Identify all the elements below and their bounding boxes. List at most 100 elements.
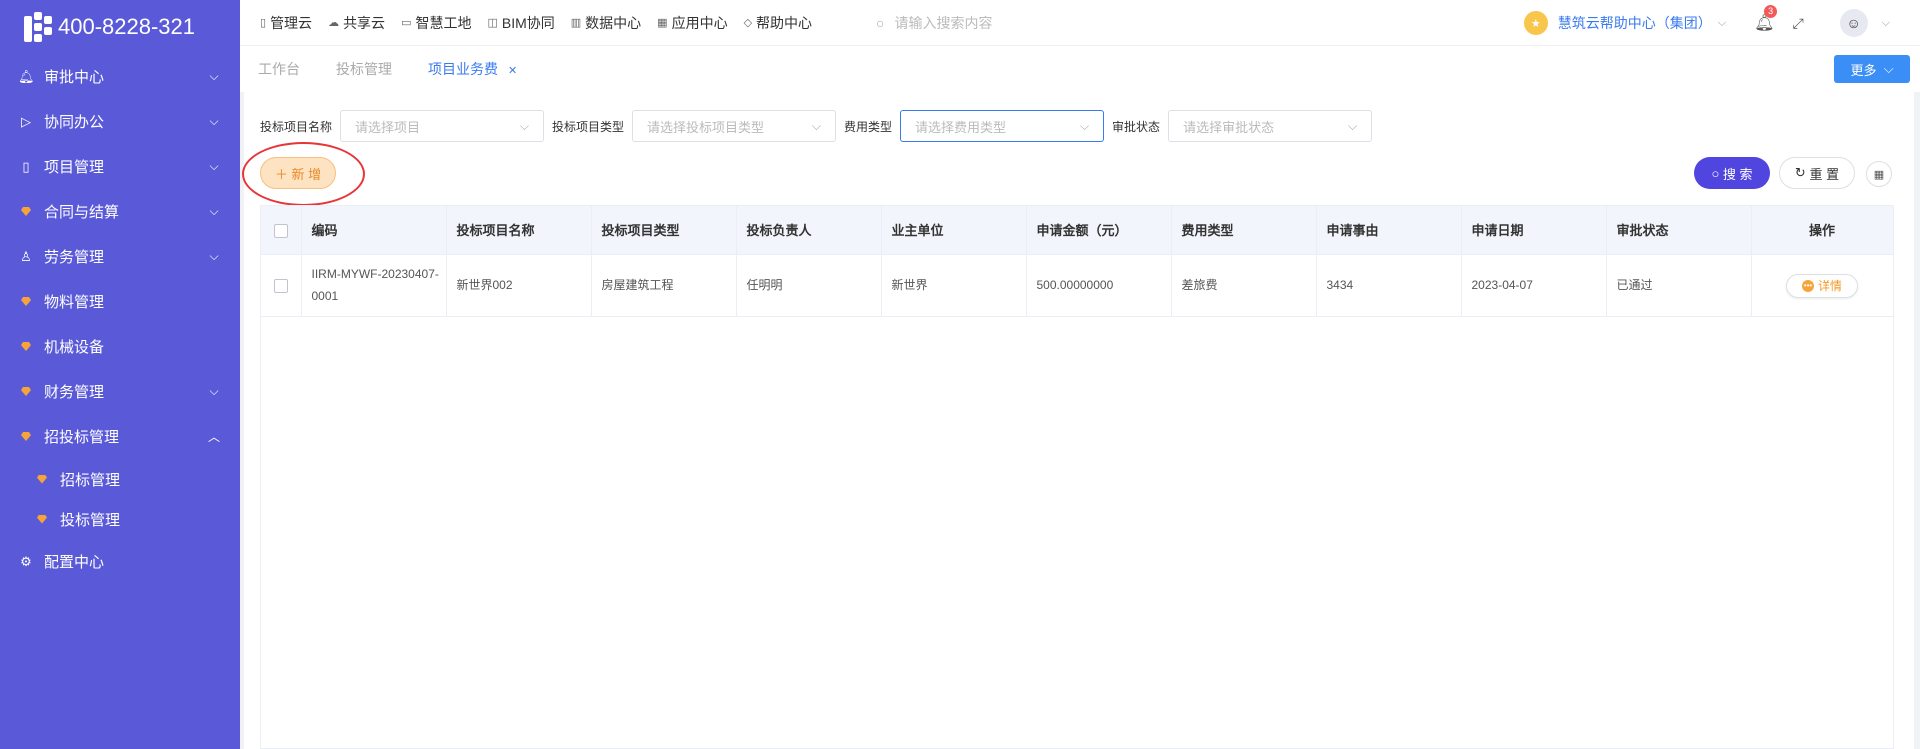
sidebar-item-material[interactable]: 物料管理 (0, 279, 240, 324)
cell-amount: 500.00000000 (1026, 254, 1172, 317)
topnav-link-label: 管理云 (270, 14, 313, 31)
row-checkbox[interactable] (273, 278, 288, 293)
column-header: 投标项目名称 (446, 206, 592, 255)
chevron-down-icon: ⌵ (209, 204, 219, 218)
sidebar-item-project[interactable]: ▯ 项目管理 ⌵ (0, 144, 240, 189)
topnav-link-data-center[interactable]: ▥ 数据中心 (571, 13, 641, 33)
top-nav: ▯ 管理云 ☁︎ 共享云 ▭ 智慧工地 ◫ BIM协同 ▥ 数据中心 ▦ 应用中心 ◇ 帮助中… (240, 0, 1920, 46)
sidebar-item-bid-management[interactable]: 投标管理 (0, 499, 240, 539)
more-button[interactable]: 更多 ⌵ (1834, 55, 1910, 83)
search-input[interactable] (894, 14, 1195, 31)
search-button[interactable]: ○ 搜 索 (1694, 157, 1770, 189)
sidebar-item-bidding[interactable]: 招投标管理 ︿ (0, 414, 240, 459)
topnav-link-label: 智慧工地 (415, 14, 472, 31)
chevron-down-icon: ⌵ (209, 384, 219, 398)
sidebar-item-label: 物料管理 (44, 294, 105, 311)
sidebar-item-equipment[interactable]: 机械设备 (0, 324, 240, 369)
more-dots-icon: ••• (1801, 279, 1814, 292)
book-icon: ▭ (401, 17, 412, 29)
topnav-link-shared-cloud[interactable]: ☁︎ 共享云 (328, 13, 385, 33)
topnav-link-smart-site[interactable]: ▭ 智慧工地 (401, 13, 471, 33)
document-icon: ▯ (260, 17, 267, 29)
global-search: ○ (876, 14, 1236, 31)
topnav-link-app-center[interactable]: ▦ 应用中心 (657, 13, 727, 33)
approval-status-select[interactable]: 请选择审批状态 ⌵ (1168, 110, 1373, 142)
fee-type-select[interactable]: 请选择费用类型 ⌵ (900, 110, 1105, 142)
sidebar-item-label: 机械设备 (44, 339, 105, 356)
project-type-select[interactable]: 请选择投标项目类型 ⌵ (632, 110, 837, 142)
sidebar-item-labor[interactable]: ♙ 劳务管理 ⌵ (0, 234, 240, 279)
topnav-link-label: 帮助中心 (756, 14, 813, 31)
org-name: 慧筑云帮助中心（集团） (1557, 15, 1712, 31)
fullscreen-icon[interactable]: ⤢ (1792, 15, 1803, 32)
chevron-down-icon: ⌵ (1347, 118, 1358, 133)
brand-logo[interactable]: 400-8228-321 (0, 0, 240, 54)
column-header: 申请事由 (1316, 206, 1462, 255)
select-placeholder: 请选择项目 (355, 119, 421, 135)
tab-bid-management[interactable]: 投标管理 (336, 59, 392, 79)
sidebar-item-tender-management[interactable]: 招标管理 (0, 459, 240, 499)
chevron-down-icon: ⌵ (209, 249, 219, 263)
select-placeholder: 请选择审批状态 (1183, 119, 1275, 135)
topnav-link-bim[interactable]: ◫ BIM协同 (487, 13, 554, 33)
notification-bell[interactable]: 🔔︎ 3 (1754, 5, 1778, 33)
sidebar-item-label: 招标管理 (60, 471, 121, 489)
filter-label: 费用类型 (844, 119, 893, 134)
filter-fee-type: 费用类型 请选择费用类型 ⌵ (844, 110, 1105, 142)
search-button-label: 搜 索 (1722, 166, 1753, 182)
detail-button[interactable]: ••• 详情 (1786, 273, 1858, 298)
sidebar-item-label: 招投标管理 (44, 429, 120, 446)
chevron-down-icon: ⌵ (1079, 118, 1090, 133)
cell-date: 2023-04-07 (1461, 254, 1607, 317)
column-header: 费用类型 (1171, 206, 1317, 255)
gem-icon (18, 384, 34, 399)
tab-project-business-fee[interactable]: 项目业务费 ✕ (428, 59, 517, 79)
column-header: 投标项目类型 (591, 206, 737, 255)
org-switcher[interactable]: ★ 慧筑云帮助中心（集团） ⌵ (1523, 11, 1727, 35)
gem-icon (18, 294, 34, 309)
add-button[interactable]: ＋ 新 增 (260, 157, 336, 189)
reset-button[interactable]: ↻ 重 置 (1779, 157, 1855, 189)
avatar[interactable]: ☺ (1839, 9, 1868, 37)
chevron-down-icon: ⌵ (209, 114, 219, 128)
table-header-row: 编码 投标项目名称 投标项目类型 投标负责人 业主单位 申请金额（元） 费用类型… (261, 206, 1894, 255)
sidebar-item-label: 劳务管理 (44, 249, 105, 266)
detail-button-label: 详情 (1817, 278, 1842, 293)
gear-icon: ⚙︎ (20, 553, 32, 569)
main-content: 投标项目名称 请选择项目 ⌵ 投标项目类型 请选择投标项目类型 ⌵ 费用类型 请… (242, 92, 1914, 749)
top-nav-links: ▯ 管理云 ☁︎ 共享云 ▭ 智慧工地 ◫ BIM协同 ▥ 数据中心 ▦ 应用中心 ◇ 帮助中… (240, 13, 828, 33)
chevron-down-icon[interactable]: ⌵ (1882, 17, 1890, 30)
select-all-checkbox[interactable] (273, 223, 288, 238)
column-header: 业主单位 (881, 206, 1027, 255)
topnav-link-help-center[interactable]: ◇ 帮助中心 (744, 13, 812, 33)
gem-icon (34, 472, 50, 487)
chevron-up-icon: ︿ (207, 430, 220, 444)
sidebar-item-approval[interactable]: 🔔︎ 审批中心 ⌵ (0, 54, 240, 99)
select-placeholder: 请选择投标项目类型 (647, 119, 765, 135)
cloud-icon: ☁︎ (328, 17, 340, 29)
topnav-link-label: BIM协同 (501, 14, 555, 31)
sidebar-item-contract[interactable]: 合同与结算 ⌵ (0, 189, 240, 234)
gem-icon (18, 339, 34, 354)
topnav-link-label: 应用中心 (671, 14, 728, 31)
cell-code: IIRM-MYWF-20230407-0001 (301, 254, 447, 317)
cell-client: 新世界 (881, 254, 1027, 317)
tab-workbench[interactable]: 工作台 (258, 59, 300, 79)
topnav-link-management-cloud[interactable]: ▯ 管理云 (260, 13, 312, 33)
project-name-select[interactable]: 请选择项目 ⌵ (340, 110, 545, 142)
data-table: 编码 投标项目名称 投标项目类型 投标负责人 业主单位 申请金额（元） 费用类型… (260, 205, 1894, 749)
select-placeholder: 请选择费用类型 (915, 119, 1007, 135)
filter-label: 投标项目名称 (260, 119, 333, 134)
sidebar-item-finance[interactable]: 财务管理 ⌵ (0, 369, 240, 414)
cell-actions: ••• 详情 (1751, 254, 1894, 317)
chevron-down-icon: ⌵ (1883, 61, 1894, 76)
refresh-icon: ↻ (1794, 165, 1806, 180)
column-settings-icon[interactable]: ▦ (1866, 161, 1892, 187)
sidebar-item-label: 项目管理 (44, 159, 105, 176)
chevron-down-icon: ⌵ (519, 118, 530, 133)
sidebar-item-config[interactable]: ⚙︎ 配置中心 (0, 539, 240, 584)
sidebar-item-collaboration[interactable]: ▷ 协同办公 ⌵ (0, 99, 240, 144)
bell-icon: 🔔︎ (18, 68, 35, 84)
close-icon[interactable]: ✕ (508, 65, 517, 77)
chevron-down-icon: ⌵ (1717, 16, 1727, 29)
